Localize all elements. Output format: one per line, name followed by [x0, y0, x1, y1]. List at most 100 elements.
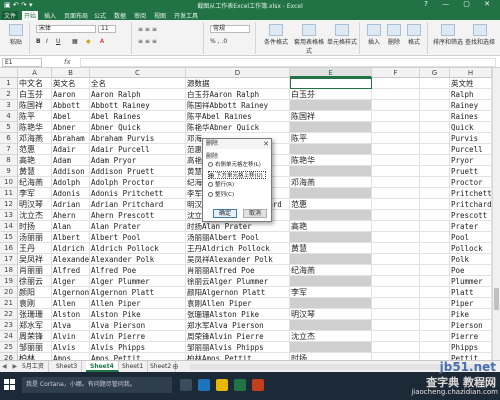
cell-b15[interactable]: Albert: [52, 232, 90, 243]
cell-h21[interactable]: Piper: [450, 298, 492, 309]
cell-f22[interactable]: [372, 309, 420, 320]
sheet-tab[interactable]: Sheet1: [118, 361, 149, 372]
cell-c4[interactable]: Abel Raines: [90, 111, 186, 122]
cell-c11[interactable]: Adonis Pritchett: [90, 188, 186, 199]
underline-button[interactable]: U: [56, 38, 60, 45]
format-cells-button[interactable]: 格式: [404, 24, 424, 46]
cell-e23[interactable]: [290, 320, 372, 331]
cell-e24[interactable]: 沈立杰: [290, 331, 372, 342]
cell-h22[interactable]: Pike: [450, 309, 492, 320]
tab-formulas[interactable]: 公式: [92, 11, 108, 20]
cell-a13[interactable]: 沈立杰: [18, 210, 52, 221]
cell-g4[interactable]: [420, 111, 450, 122]
option-entire-row[interactable]: 整行(R): [208, 181, 234, 189]
cell-c1[interactable]: 全名: [90, 78, 186, 89]
cell-a15[interactable]: 汤丽丽: [18, 232, 52, 243]
cell-f3[interactable]: [372, 100, 420, 111]
cell-a1[interactable]: 中文名: [18, 78, 52, 89]
cell-a5[interactable]: 陈艳华: [18, 122, 52, 133]
close-icon[interactable]: ✕: [263, 139, 269, 149]
cell-a17[interactable]: 吴凤祥: [18, 254, 52, 265]
cell-a16[interactable]: 王丹: [18, 243, 52, 254]
row-header[interactable]: 19: [0, 276, 18, 287]
cell-h5[interactable]: Quick: [450, 122, 492, 133]
cell-e16[interactable]: 黄慧: [290, 243, 372, 254]
row-header[interactable]: 7: [0, 144, 18, 155]
cell-e25[interactable]: [290, 342, 372, 353]
scroll-thumb[interactable]: [494, 288, 499, 310]
vertical-scrollbar[interactable]: [492, 68, 500, 360]
cell-a12[interactable]: 明汉琴: [18, 199, 52, 210]
cell-f14[interactable]: [372, 221, 420, 232]
cell-c15[interactable]: Albert Pool: [90, 232, 186, 243]
cell-a3[interactable]: 陈国祥: [18, 100, 52, 111]
cell-g5[interactable]: [420, 122, 450, 133]
cell-g10[interactable]: [420, 177, 450, 188]
cell-f2[interactable]: [372, 89, 420, 100]
cell-a4[interactable]: 陈平: [18, 111, 52, 122]
cell-g14[interactable]: [420, 221, 450, 232]
cell-c2[interactable]: Aaron Ralph: [90, 89, 186, 100]
row-header[interactable]: 15: [0, 232, 18, 243]
cell-f15[interactable]: [372, 232, 420, 243]
number-format-select[interactable]: 常规: [210, 25, 250, 33]
cell-d17[interactable]: 吴凤祥Alexander Polk: [186, 254, 290, 265]
cell-e7[interactable]: [290, 144, 372, 155]
cell-b11[interactable]: Adonis: [52, 188, 90, 199]
cell-f23[interactable]: [372, 320, 420, 331]
cell-e14[interactable]: 高艳: [290, 221, 372, 232]
cell-f11[interactable]: [372, 188, 420, 199]
cell-g23[interactable]: [420, 320, 450, 331]
cell-g22[interactable]: [420, 309, 450, 320]
cell-f5[interactable]: [372, 122, 420, 133]
row-header[interactable]: 8: [0, 155, 18, 166]
cell-a20[interactable]: 颜阳: [18, 287, 52, 298]
cell-d4[interactable]: 陈平Abel Raines: [186, 111, 290, 122]
cell-h9[interactable]: Pruett: [450, 166, 492, 177]
cell-f18[interactable]: [372, 265, 420, 276]
cell-d14[interactable]: 时扬Alan Prater: [186, 221, 290, 232]
powerpoint-icon[interactable]: [252, 379, 264, 391]
cell-h19[interactable]: Plummer: [450, 276, 492, 287]
cell-c13[interactable]: Ahern Prescott: [90, 210, 186, 221]
cell-h25[interactable]: Phipps: [450, 342, 492, 353]
cell-b19[interactable]: Alger: [52, 276, 90, 287]
row-header[interactable]: 11: [0, 188, 18, 199]
cell-a25[interactable]: 邹丽丽: [18, 342, 52, 353]
sheet-tab-active[interactable]: Sheet4: [86, 361, 119, 372]
fx-icon[interactable]: fx: [64, 58, 71, 66]
cell-c26[interactable]: Amos Pettit: [90, 353, 186, 360]
cell-b18[interactable]: Alfred: [52, 265, 90, 276]
font-color-icon[interactable]: A: [100, 38, 104, 45]
cell-g21[interactable]: [420, 298, 450, 309]
row-header[interactable]: 3: [0, 100, 18, 111]
ok-button[interactable]: 确定: [213, 209, 237, 218]
cell-a7[interactable]: 范惠: [18, 144, 52, 155]
cell-g17[interactable]: [420, 254, 450, 265]
cell-e4[interactable]: 陈国祥: [290, 111, 372, 122]
cell-d2[interactable]: 白玉芬Aaron Ralph: [186, 89, 290, 100]
cell-g1[interactable]: [420, 78, 450, 89]
cell-a6[interactable]: 邓海燕: [18, 133, 52, 144]
cell-a18[interactable]: 肖丽丽: [18, 265, 52, 276]
cell-b7[interactable]: Adair: [52, 144, 90, 155]
select-all-corner[interactable]: [0, 68, 18, 78]
cell-a10[interactable]: 纪海燕: [18, 177, 52, 188]
cell-c17[interactable]: Alexander Polk: [90, 254, 186, 265]
cell-h3[interactable]: Rainey: [450, 100, 492, 111]
row-header[interactable]: 23: [0, 320, 18, 331]
cell-c21[interactable]: Allen Piper: [90, 298, 186, 309]
cell-h6[interactable]: Purvis: [450, 133, 492, 144]
column-header-b[interactable]: B: [52, 68, 90, 78]
cell-f19[interactable]: [372, 276, 420, 287]
cell-b2[interactable]: Aaron: [52, 89, 90, 100]
cell-g18[interactable]: [420, 265, 450, 276]
cancel-button[interactable]: 取消: [243, 209, 267, 218]
row-header[interactable]: 14: [0, 221, 18, 232]
cell-b8[interactable]: Adam: [52, 155, 90, 166]
cell-g9[interactable]: [420, 166, 450, 177]
cell-b23[interactable]: Alva: [52, 320, 90, 331]
tab-review[interactable]: 审阅: [132, 11, 148, 20]
insert-cells-button[interactable]: 插入: [364, 24, 384, 46]
excel-icon[interactable]: [234, 379, 246, 391]
